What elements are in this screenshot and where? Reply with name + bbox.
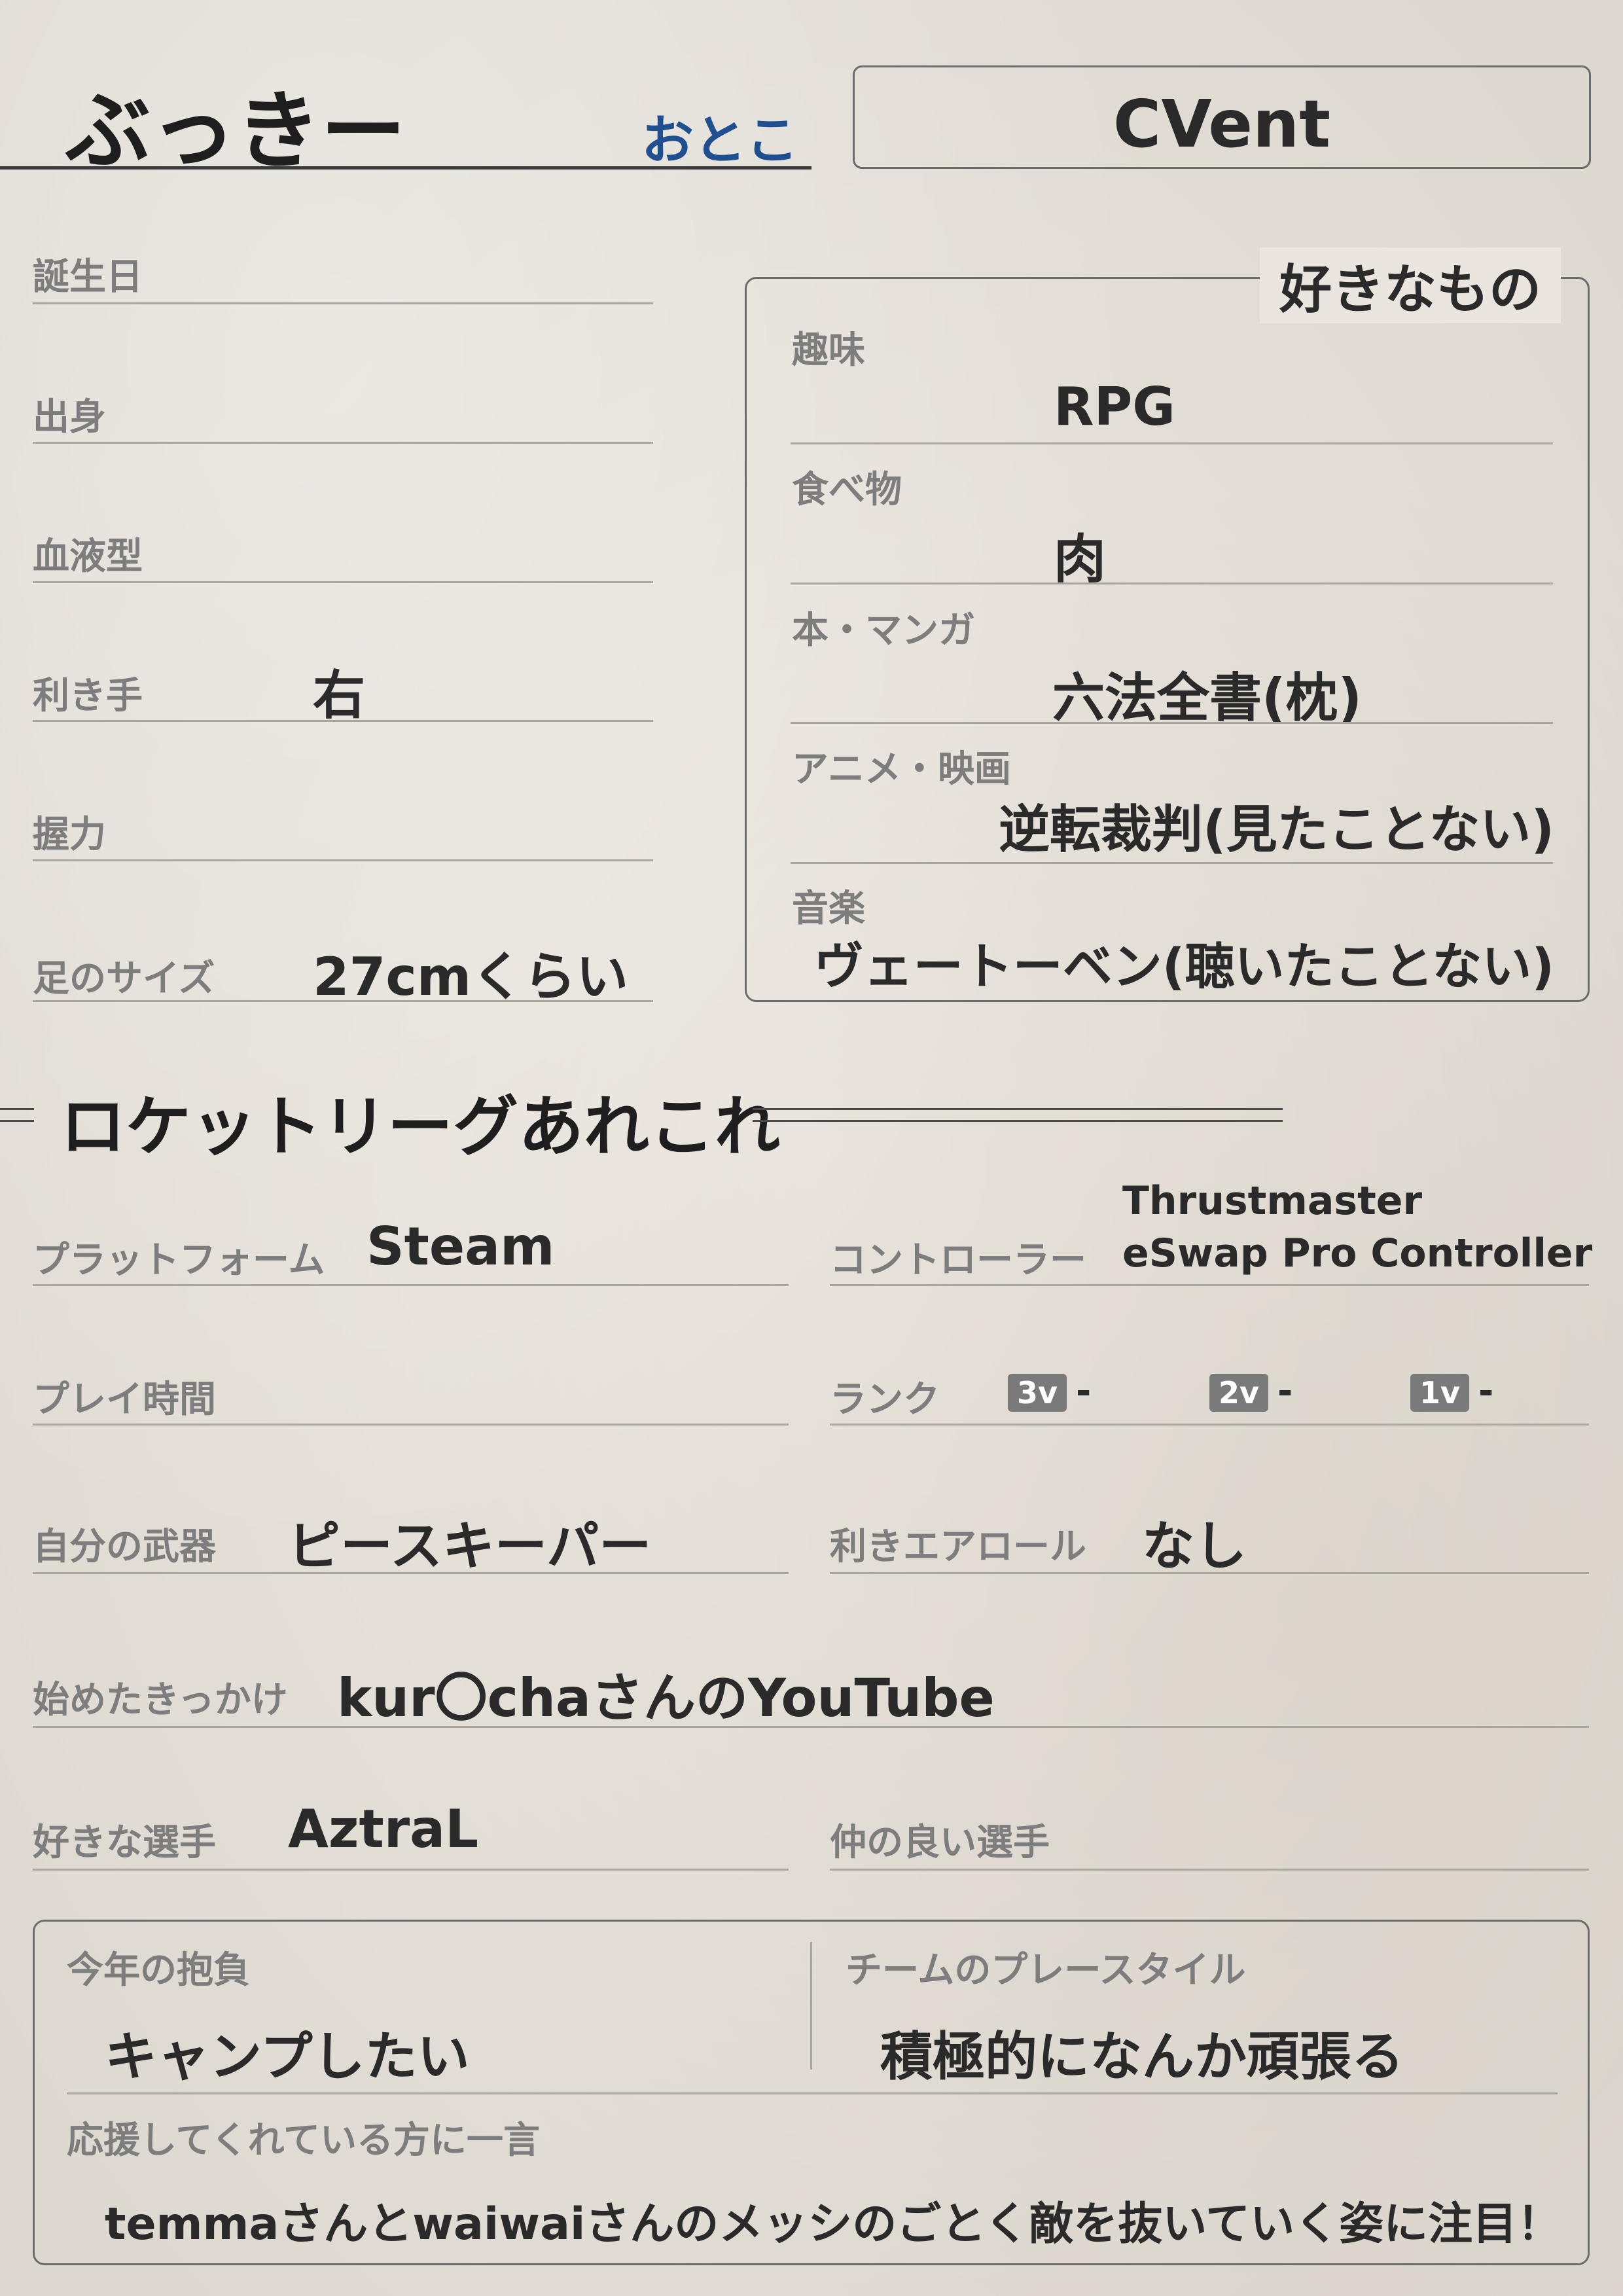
- favorite-value: 肉: [1054, 529, 1106, 590]
- favorite-value: RPG: [1054, 376, 1175, 437]
- weapon-label: 自分の武器: [33, 1526, 216, 1568]
- controller-value-line2: eSwap Pro Controller: [1122, 1230, 1593, 1276]
- rank-mode-badge: 2v: [1209, 1374, 1268, 1412]
- trigger-value: kur〇chaさんのYouTube: [337, 1668, 995, 1729]
- divider: [791, 583, 1553, 584]
- divider: [33, 1869, 789, 1871]
- rank-1v: 1v -: [1410, 1370, 1493, 1412]
- rank-label: ランク: [830, 1378, 940, 1421]
- team-style-label: チームのプレースタイル: [846, 1949, 1246, 1992]
- team-box: CVent: [853, 65, 1591, 169]
- divider: [33, 720, 653, 722]
- foot-size-value: 27cmくらい: [313, 946, 629, 1007]
- favorite-label: 趣味: [792, 329, 865, 372]
- rank-value: -: [1478, 1370, 1494, 1412]
- title-rule-right: [753, 1120, 1283, 1122]
- favorite-label: 本・マンガ: [792, 609, 975, 652]
- favorite-value: 六法全書(枕): [1052, 668, 1363, 728]
- hometown-label: 出身: [33, 396, 106, 439]
- divider: [830, 1424, 1589, 1426]
- blood-type-label: 血液型: [33, 535, 143, 578]
- favorite-label: 音楽: [792, 888, 865, 930]
- divider: [791, 442, 1553, 444]
- divider: [33, 442, 653, 444]
- favorite-value: 逆転裁判(見たことない): [999, 800, 1554, 859]
- rank-value: -: [1076, 1370, 1092, 1412]
- title-rule-left: [0, 1108, 34, 1110]
- divider: [33, 581, 653, 583]
- team-style-value: 積極的になんか頑張る: [880, 2026, 1404, 2087]
- foot-size-label: 足のサイズ: [33, 958, 215, 1000]
- divider: [791, 722, 1553, 724]
- divider: [67, 2092, 1558, 2094]
- divider: [33, 1284, 789, 1286]
- message-label: 応援してくれている方に一言: [67, 2119, 540, 2162]
- dominant-hand-label: 利き手: [33, 675, 143, 717]
- goal-label: 今年の抱負: [67, 1949, 250, 1992]
- rank-2v: 2v -: [1209, 1370, 1293, 1412]
- favorite-player-label: 好きな選手: [33, 1821, 216, 1864]
- rank-mode-badge: 3v: [1008, 1374, 1067, 1412]
- dominant-hand-value: 右: [313, 665, 365, 726]
- message-value: temmaさんとwaiwaiさんのメッシのごとく敵を抜いていく姿に注目！: [105, 2198, 1562, 2250]
- rank-value: -: [1277, 1370, 1293, 1412]
- divider: [830, 1284, 1589, 1286]
- air-roll-value: なし: [1142, 1516, 1247, 1577]
- platform-value: Steam: [366, 1216, 555, 1277]
- friend-player-label: 仲の良い選手: [830, 1821, 1050, 1864]
- divider: [33, 859, 653, 861]
- favorites-title: 好きなもの: [1260, 247, 1561, 323]
- goals-column-divider: [810, 1942, 812, 2070]
- divider: [830, 1869, 1589, 1871]
- title-rule-left: [0, 1120, 34, 1122]
- trigger-label: 始めたきっかけ: [33, 1679, 288, 1721]
- divider: [33, 302, 653, 304]
- goal-value: キャンプしたい: [105, 2026, 470, 2087]
- playtime-label: プレイ時間: [33, 1378, 216, 1421]
- name-underline: [0, 166, 812, 170]
- controller-value-line1: Thrustmaster: [1122, 1178, 1423, 1224]
- favorite-label: 食べ物: [792, 469, 902, 511]
- favorite-label: アニメ・映画: [792, 748, 1011, 791]
- title-rule-right: [753, 1108, 1283, 1110]
- divider: [33, 1000, 653, 1002]
- platform-label: プラットフォーム: [33, 1239, 325, 1282]
- birthday-label: 誕生日: [33, 256, 143, 298]
- gender-label: おとこ: [641, 110, 798, 171]
- rank-mode-badge: 1v: [1410, 1374, 1469, 1412]
- favorite-value: ヴェートーベン(聴いたことない): [813, 937, 1554, 996]
- divider: [33, 1572, 789, 1574]
- weapon-value: ピースキーパー: [288, 1516, 652, 1577]
- divider: [33, 1424, 789, 1426]
- divider: [830, 1572, 1589, 1574]
- divider: [33, 1726, 1589, 1728]
- favorite-player-value: AztraL: [288, 1799, 479, 1859]
- air-roll-label: 利きエアロール: [830, 1526, 1086, 1568]
- divider: [791, 862, 1553, 864]
- rocket-league-title: ロケットリーグあれこれ: [60, 1088, 780, 1165]
- controller-label: コントローラー: [830, 1239, 1086, 1282]
- team-name: CVent: [1113, 86, 1331, 162]
- rank-3v: 3v -: [1008, 1370, 1091, 1412]
- grip-label: 握力: [33, 814, 106, 856]
